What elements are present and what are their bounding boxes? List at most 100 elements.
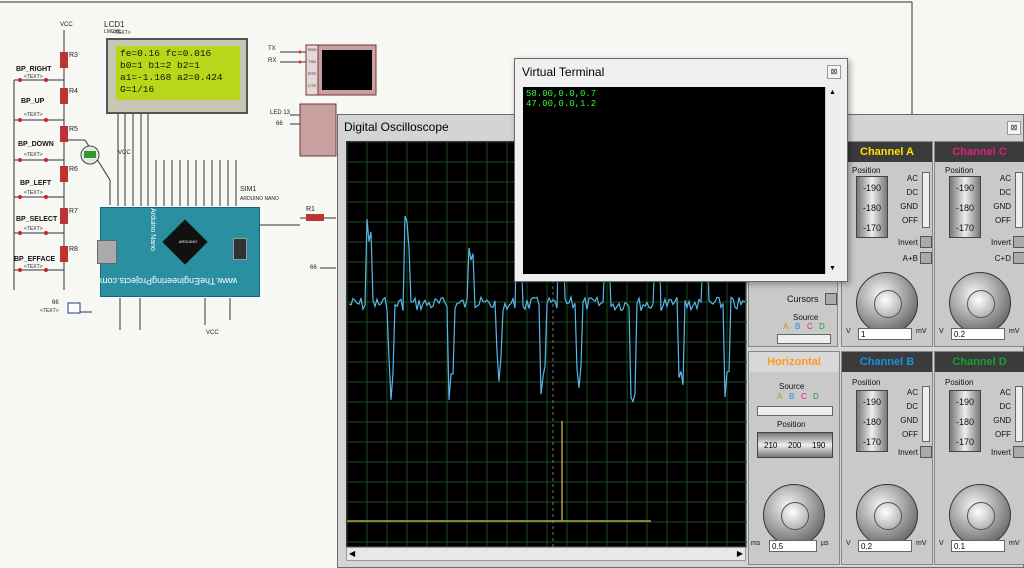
position-label: Position: [777, 420, 806, 429]
source-a[interactable]: A: [783, 322, 788, 331]
invert-toggle[interactable]: [920, 236, 932, 248]
trigger-source-slider[interactable]: [777, 334, 831, 344]
mode-off[interactable]: OFF: [892, 430, 918, 439]
channel-b-position-wheel[interactable]: -190 -180 -170: [856, 390, 888, 452]
mode-gnd[interactable]: GND: [892, 202, 918, 211]
arduino-nano[interactable]: ARDUINO www.TheEngineeringProjects.com A…: [97, 207, 260, 297]
source-d[interactable]: D: [819, 322, 825, 331]
bp-efface-label: BP_EFFACE: [14, 256, 56, 263]
channel-b-volts-knob[interactable]: [856, 484, 918, 546]
channel-c-position-wheel[interactable]: -190 -180 -170: [949, 176, 981, 238]
source-c[interactable]: C: [807, 322, 813, 331]
r4-label: R4: [69, 88, 78, 95]
rx-label: RX: [268, 58, 277, 64]
channel-d-volts-knob[interactable]: [949, 484, 1011, 546]
source-d[interactable]: D: [813, 392, 819, 401]
net-label: 66: [310, 265, 317, 271]
arduino-model: Arduino Nano: [148, 208, 156, 251]
mode-ac[interactable]: AC: [991, 388, 1011, 397]
sim-model-label: ARDUINO NANO: [240, 196, 279, 202]
r5-label: R5: [69, 126, 78, 133]
terminal-line: 47.00,0.0,1.2: [526, 99, 597, 109]
bp-up-label: BP_UP: [21, 98, 45, 105]
source-b[interactable]: B: [795, 322, 800, 331]
timebase-knob[interactable]: [763, 484, 825, 546]
mode-ac[interactable]: AC: [898, 174, 918, 183]
channel-c-value[interactable]: 0.2: [951, 328, 1005, 340]
terminal-output[interactable]: 58.00,0.0,0.7 47.00,0.0,1.2: [523, 87, 825, 274]
source-label: Source: [779, 382, 805, 391]
position-value: -170: [955, 223, 974, 233]
mode-off[interactable]: OFF: [892, 216, 918, 225]
close-icon[interactable]: ⊠: [827, 65, 841, 79]
mode-dc[interactable]: DC: [892, 188, 918, 197]
horizontal-scrollbar[interactable]: ◀ ▶: [346, 547, 746, 561]
channel-a-value[interactable]: 1: [858, 328, 912, 340]
unit-mv: mV: [916, 540, 927, 547]
cts-pin: CTS: [308, 83, 316, 88]
invert-toggle[interactable]: [920, 446, 932, 458]
scroll-down-icon[interactable]: ▼: [829, 265, 836, 272]
horizontal-source-slider[interactable]: [757, 406, 833, 416]
scroll-up-icon[interactable]: ▲: [829, 89, 836, 96]
vertical-scrollbar[interactable]: ▲ ▼: [825, 87, 840, 274]
mode-dc[interactable]: DC: [985, 402, 1011, 411]
mode-dc[interactable]: DC: [892, 402, 918, 411]
mode-gnd[interactable]: GND: [892, 416, 918, 425]
position-value: -190: [955, 183, 974, 193]
combo-toggle[interactable]: [920, 252, 932, 264]
bp-down-label: BP_DOWN: [18, 141, 54, 148]
mode-ac[interactable]: AC: [898, 388, 918, 397]
invert-toggle[interactable]: [1013, 446, 1024, 458]
channel-a-position-wheel[interactable]: -190 -180 -170: [856, 176, 888, 238]
horizontal-panel: Horizontal Source A B C D Position 210 2…: [748, 351, 840, 565]
mode-dc[interactable]: DC: [985, 188, 1011, 197]
scroll-right-icon[interactable]: ▶: [737, 549, 743, 558]
coupling-slider[interactable]: [922, 172, 930, 228]
reset-button[interactable]: [233, 238, 247, 260]
mode-gnd[interactable]: GND: [985, 416, 1011, 425]
tx-label: TX: [268, 46, 276, 52]
cursors-toggle[interactable]: [825, 293, 837, 305]
coupling-slider[interactable]: [1015, 386, 1023, 442]
channel-a-panel: Channel A Position -190 -180 -170 AC DC …: [841, 141, 933, 347]
channel-d-position-wheel[interactable]: -190 -180 -170: [949, 390, 981, 452]
channel-c-volts-knob[interactable]: [949, 272, 1011, 334]
mode-gnd[interactable]: GND: [985, 202, 1011, 211]
close-icon[interactable]: ⊠: [1007, 121, 1021, 135]
net-label: 66: [52, 300, 59, 306]
combo-toggle[interactable]: [1013, 252, 1024, 264]
virtual-terminal-window[interactable]: Virtual Terminal ⊠ 58.00,0.0,0.7 47.00,0…: [514, 58, 848, 282]
coupling-slider[interactable]: [922, 386, 930, 442]
scroll-left-icon[interactable]: ◀: [349, 549, 355, 558]
timebase-value[interactable]: 0.5: [769, 540, 817, 552]
source-b[interactable]: B: [789, 392, 794, 401]
invert-toggle[interactable]: [1013, 236, 1024, 248]
invert-label: Invert: [897, 448, 918, 457]
txd-pin: TXD: [308, 59, 316, 64]
mode-ac[interactable]: AC: [991, 174, 1011, 183]
lcd-line: fe=0.16 fc=0.016: [120, 48, 212, 59]
mode-off[interactable]: OFF: [985, 216, 1011, 225]
lcd-screen: fe=0.16 fc=0.016 b0=1 b1=2 b2=1 a1=-1.16…: [116, 46, 240, 100]
lcd-display[interactable]: fe=0.16 fc=0.016 b0=1 b1=2 b2=1 a1=-1.16…: [106, 38, 248, 114]
mode-off[interactable]: OFF: [985, 430, 1011, 439]
r3-label: R3: [69, 52, 78, 59]
channel-a-title: Channel A: [842, 142, 932, 162]
position-value: -190: [862, 397, 881, 407]
position-value: -180: [862, 417, 881, 427]
source-a[interactable]: A: [777, 392, 782, 401]
text-tag: <TEXT>: [24, 74, 43, 80]
lcd-line: a1=-1.168 a2=0.424: [120, 72, 223, 83]
r6-label: R6: [69, 166, 78, 173]
channel-b-value[interactable]: 0.2: [858, 540, 912, 552]
source-c[interactable]: C: [801, 392, 807, 401]
lcd-label: LCD1: [104, 20, 125, 29]
text-tag: <TEXT>: [112, 30, 131, 36]
channel-a-volts-knob[interactable]: [856, 272, 918, 334]
invert-label: Invert: [897, 238, 918, 247]
unit-mv: mV: [916, 328, 927, 335]
coupling-slider[interactable]: [1015, 172, 1023, 228]
channel-d-value[interactable]: 0.1: [951, 540, 1005, 552]
horizontal-position-wheel[interactable]: 210 200 190: [757, 432, 833, 458]
